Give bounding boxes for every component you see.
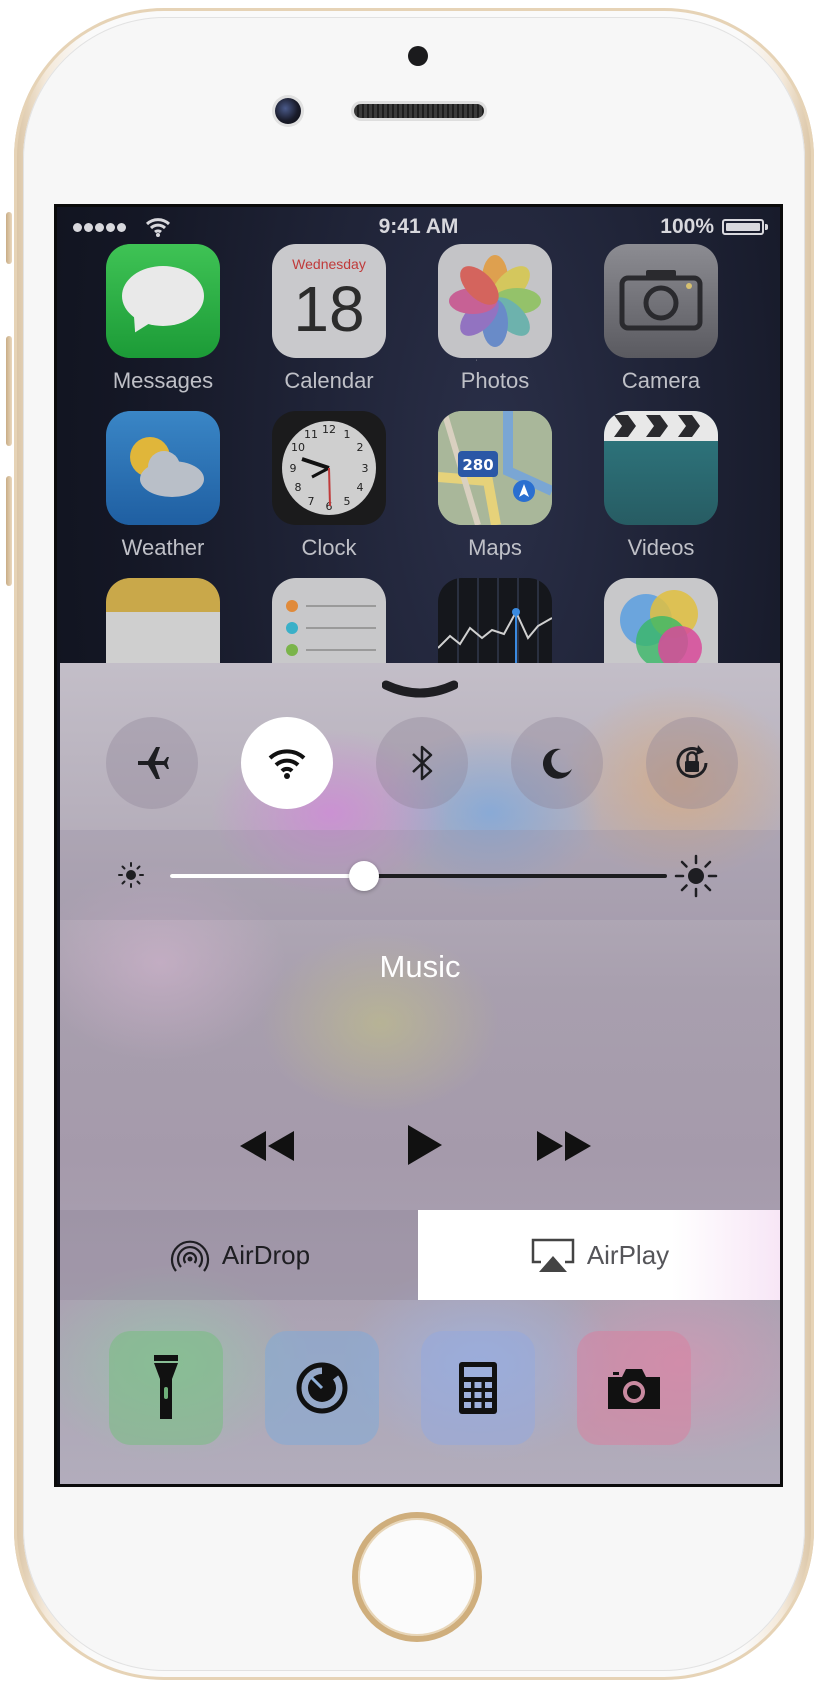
home-button[interactable]	[352, 1512, 482, 1642]
do-not-disturb-toggle[interactable]	[511, 717, 603, 809]
app-label: Clock	[301, 535, 357, 560]
chevron-down-icon[interactable]	[382, 679, 458, 701]
svg-text:4: 4	[357, 481, 364, 494]
svg-text:11: 11	[304, 428, 318, 441]
volume-up-button	[6, 336, 12, 446]
svg-text:5: 5	[344, 495, 351, 508]
airplane-icon	[138, 747, 169, 779]
svg-text:3: 3	[362, 462, 369, 475]
svg-text:1: 1	[344, 428, 351, 441]
brightness-row	[60, 830, 780, 920]
timer-button[interactable]	[265, 1331, 379, 1445]
airplay-button[interactable]: AirPlay	[418, 1210, 780, 1300]
rotation-lock-icon	[676, 745, 708, 778]
app-label: Maps	[468, 535, 522, 560]
maps-shield-label: 280	[462, 456, 493, 474]
airplane-mode-toggle[interactable]	[106, 717, 198, 809]
status-bar: 9:41 AM 100%	[57, 207, 780, 247]
maps-icon: 280	[438, 411, 552, 525]
videos-icon	[604, 411, 718, 525]
flashlight-icon	[154, 1355, 178, 1419]
rotation-lock-toggle[interactable]	[646, 717, 738, 809]
svg-text:8: 8	[295, 481, 302, 494]
camera-icon	[608, 1369, 660, 1409]
fast-forward-icon[interactable]	[535, 1129, 593, 1163]
control-center: Music AirDrop AirPlay	[60, 663, 780, 1484]
app-label: Weather	[121, 535, 205, 560]
wifi-icon	[268, 749, 306, 779]
brightness-knob[interactable]	[348, 861, 379, 891]
app-calendar[interactable]: Wednesday 18 Calendar	[272, 244, 386, 394]
clock-icon: 12 1 2 345 678 9 10 11	[272, 411, 386, 525]
calculator-button[interactable]	[421, 1331, 535, 1445]
airplay-icon	[531, 1238, 575, 1272]
volume-down-button	[6, 476, 12, 586]
brightness-slider[interactable]	[170, 861, 667, 891]
proximity-sensor	[408, 46, 428, 66]
battery-icon	[722, 219, 768, 235]
app-label: Calendar	[284, 368, 374, 393]
calendar-icon: Wednesday 18	[272, 244, 386, 358]
calendar-day: Wednesday	[292, 256, 366, 272]
svg-text:2: 2	[357, 441, 364, 454]
svg-text:9: 9	[290, 462, 297, 475]
app-label: Videos	[627, 535, 695, 560]
airplay-label: AirPlay	[586, 1239, 670, 1270]
toggle-row	[106, 717, 738, 809]
calendar-date: 18	[293, 273, 365, 345]
rewind-icon[interactable]	[238, 1129, 296, 1163]
camera-shortcut-button[interactable]	[577, 1331, 691, 1445]
svg-text:7: 7	[308, 495, 315, 508]
weather-icon	[106, 411, 220, 525]
airdrop-label: AirDrop	[221, 1239, 311, 1270]
camera-icon	[604, 244, 718, 358]
airdrop-button[interactable]: AirDrop	[60, 1210, 418, 1300]
app-videos[interactable]: Videos	[604, 411, 718, 561]
bluetooth-toggle[interactable]	[376, 717, 468, 809]
front-camera	[275, 98, 301, 124]
airdrop-icon	[170, 1240, 209, 1272]
wifi-toggle[interactable]	[241, 717, 333, 809]
app-messages[interactable]: Messages	[106, 244, 220, 394]
app-photos[interactable]: Photos	[438, 244, 552, 394]
app-label: Camera	[621, 368, 701, 393]
photos-icon	[438, 244, 552, 358]
share-row: AirDrop AirPlay	[60, 1210, 780, 1300]
brightness-fill	[170, 874, 364, 878]
play-icon[interactable]	[404, 1123, 444, 1167]
brightness-high-icon	[674, 854, 718, 898]
app-weather[interactable]: Weather	[106, 411, 220, 561]
timer-icon	[296, 1362, 348, 1414]
music-title: Music	[379, 949, 461, 984]
app-clock[interactable]: 12 1 2 345 678 9 10 11 Clock	[272, 411, 386, 561]
svg-text:12: 12	[322, 423, 336, 436]
calculator-icon	[459, 1362, 497, 1414]
app-label: Messages	[112, 368, 214, 393]
bluetooth-icon	[412, 745, 433, 781]
app-maps[interactable]: 280 Maps	[438, 411, 552, 561]
screen: 9:41 AM 100% Messages Wednesday 18 Calen…	[54, 204, 783, 1487]
svg-text:10: 10	[291, 441, 305, 454]
app-label: Photos	[460, 368, 530, 393]
battery-percentage: 100%	[660, 215, 714, 238]
brightness-low-icon	[118, 862, 144, 888]
moon-icon	[542, 748, 572, 779]
mute-switch	[6, 212, 12, 264]
flashlight-button[interactable]	[109, 1331, 223, 1445]
app-camera[interactable]: Camera	[604, 244, 718, 394]
messages-icon	[106, 244, 220, 358]
earpiece-speaker	[354, 104, 484, 118]
